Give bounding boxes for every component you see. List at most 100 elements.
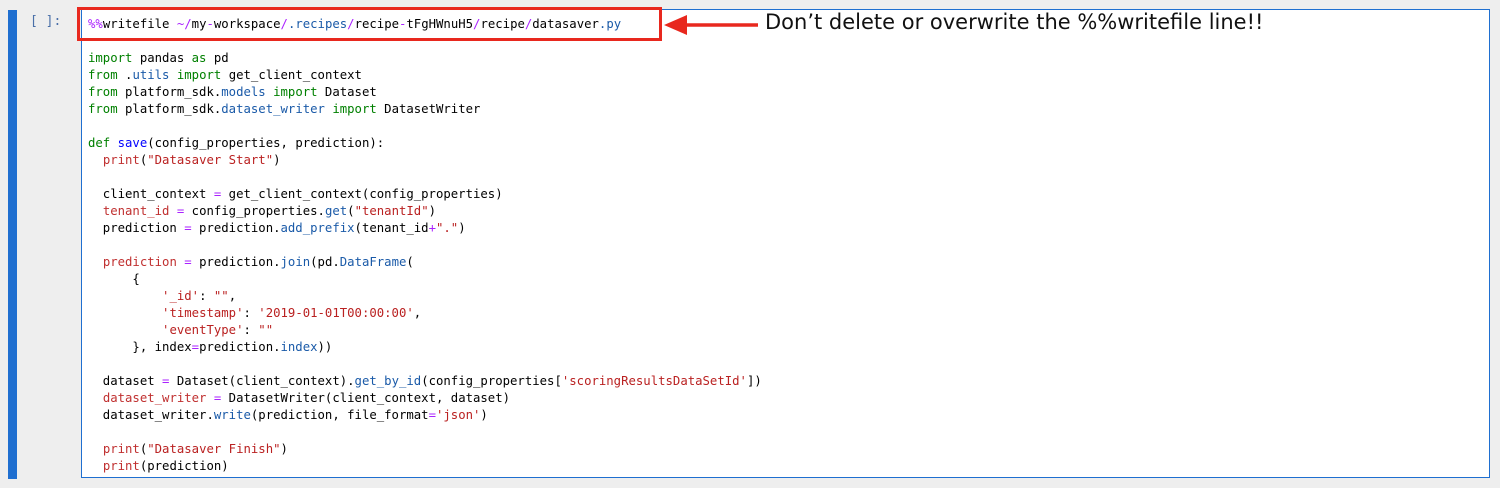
code-line: from platform_sdk.models import Dataset (88, 84, 762, 101)
code-token: "" (258, 323, 274, 337)
code-token: prediction (88, 221, 185, 235)
code-token: = (428, 408, 436, 422)
code-token: import (88, 51, 133, 65)
code-token: from (88, 68, 118, 82)
code-content[interactable]: %%writefile ~/my-workspace/.recipes/reci… (88, 16, 762, 475)
code-token: prediction. (199, 340, 281, 354)
code-token: add_prefix (280, 221, 355, 235)
code-line: { (88, 271, 762, 288)
code-token: pd (206, 51, 229, 65)
code-line: dataset_writer.write(prediction, file_fo… (88, 407, 762, 424)
code-token: (tenant_id (354, 221, 429, 235)
code-token: dataset (88, 374, 163, 388)
code-token: get (324, 204, 348, 218)
code-token: get_client_context (221, 68, 362, 82)
warning-annotation: Don’t delete or overwrite the %%writefil… (765, 10, 1264, 34)
code-token: ) (280, 442, 288, 456)
writefile-highlight-box (77, 7, 662, 41)
code-line: def save(config_properties, prediction): (88, 135, 762, 152)
code-line: print("Datasaver Start") (88, 152, 762, 169)
cell-selection-bar[interactable] (8, 10, 17, 479)
red-arrow-icon (664, 15, 758, 35)
code-line: prediction = prediction.add_prefix(tenan… (88, 220, 762, 237)
code-token: "Datasaver Finish" (147, 442, 281, 456)
code-token: prediction. (191, 221, 281, 235)
code-token: DataFrame (339, 255, 407, 269)
code-token: (config_properties, prediction): (147, 136, 385, 150)
code-token: = (184, 255, 192, 269)
code-token: ( (347, 204, 355, 218)
code-token: save (117, 136, 148, 150)
code-token: write (213, 408, 251, 422)
code-token: '2019-01-01T00:00:00' (258, 306, 414, 320)
code-token: ) (480, 408, 488, 422)
code-token: print (102, 153, 140, 167)
code-token: dataset_writer (102, 391, 207, 405)
code-token: utils (132, 68, 170, 82)
code-token: , (413, 306, 422, 320)
code-line: dataset_writer = DatasetWriter(client_co… (88, 390, 762, 407)
code-token: (prediction) (139, 459, 229, 473)
code-token: , (228, 289, 237, 303)
code-token: "" (213, 289, 229, 303)
code-token: ( (406, 255, 414, 269)
code-line: import pandas as pd (88, 50, 762, 67)
code-token: models (221, 85, 266, 99)
code-token: from (88, 102, 118, 116)
code-token: from (88, 85, 118, 99)
code-token: (pd. (310, 255, 340, 269)
code-line: dataset = Dataset(client_context).get_by… (88, 373, 762, 390)
code-editor[interactable]: %%writefile ~/my-workspace/.recipes/reci… (81, 9, 1490, 478)
code-token: import (273, 85, 318, 99)
code-line: 'timestamp': '2019-01-01T00:00:00', (88, 305, 762, 322)
code-token: }, index (88, 340, 192, 354)
code-token: 'eventType' (162, 323, 244, 337)
code-token: ) (428, 204, 437, 218)
code-token: Dataset (317, 85, 377, 99)
code-token: : (199, 289, 214, 303)
cell-execution-prompt: [ ]: (30, 14, 62, 29)
code-token: 'json' (435, 408, 481, 422)
code-line: }, index=prediction.index)) (88, 339, 762, 356)
code-token: "tenantId" (354, 204, 429, 218)
code-token: = (184, 221, 192, 235)
code-token: as (191, 51, 207, 65)
code-token: + (428, 221, 436, 235)
code-line: '_id': "", (88, 288, 762, 305)
code-token: '_id' (162, 289, 200, 303)
code-token: 'timestamp' (162, 306, 244, 320)
code-token: dataset_writer (221, 102, 325, 116)
code-token: print (102, 459, 140, 473)
code-token: : (243, 323, 259, 337)
code-token: 'scoringResultsDataSetId' (561, 374, 747, 388)
code-token: def (88, 136, 111, 150)
code-token: DatasetWriter(client_context, dataset) (221, 391, 511, 405)
code-token: get_by_id (354, 374, 422, 388)
code-line: prediction = prediction.join(pd.DataFram… (88, 254, 762, 271)
code-line: client_context = get_client_context(conf… (88, 186, 762, 203)
code-line: from .utils import get_client_context (88, 67, 762, 84)
code-token: DatasetWriter (376, 102, 481, 116)
code-token: : (243, 306, 259, 320)
code-token: tenant_id (102, 204, 170, 218)
notebook-code-cell[interactable]: [ ]: %%writefile ~/my-workspace/.recipes… (0, 0, 1500, 488)
code-line: tenant_id = config_properties.get("tenan… (88, 203, 762, 220)
code-token: (prediction, file_format (250, 408, 429, 422)
code-token: print (102, 442, 140, 456)
code-token: join (280, 255, 311, 269)
